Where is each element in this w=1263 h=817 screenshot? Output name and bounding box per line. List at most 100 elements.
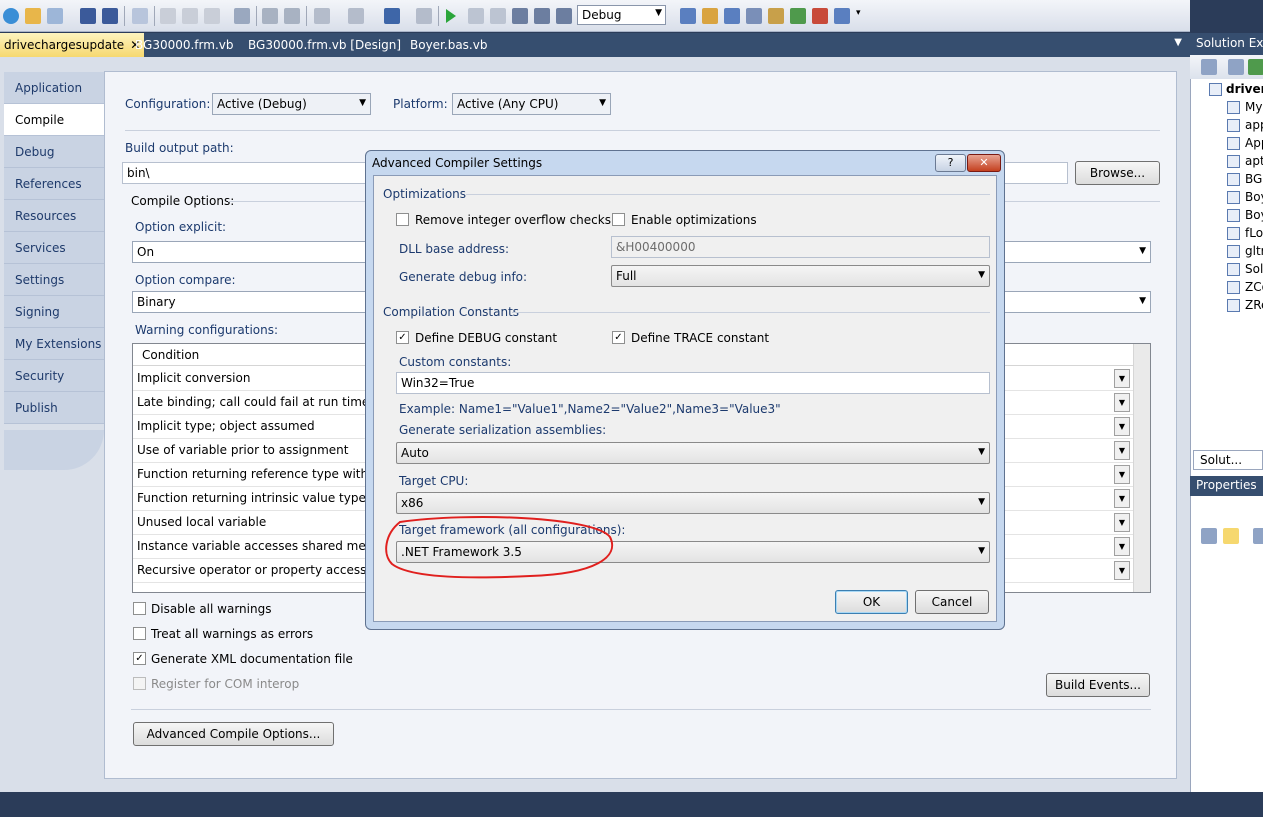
window-icon[interactable]: [132, 8, 148, 24]
step-over-icon[interactable]: [534, 8, 550, 24]
navigate-back-icon[interactable]: [384, 8, 400, 24]
tree-item[interactable]: gltr: [1245, 244, 1263, 258]
alphabetical-icon[interactable]: [1223, 528, 1239, 544]
tree-item[interactable]: ZRe: [1245, 298, 1263, 312]
properties-icon[interactable]: [1201, 59, 1217, 75]
sidetab-resources[interactable]: Resources: [4, 200, 108, 232]
tree-item[interactable]: Boy: [1245, 190, 1263, 204]
comment-icon[interactable]: [262, 8, 278, 24]
chevron-down-icon[interactable]: ▼: [1114, 489, 1130, 508]
undo-icon[interactable]: [314, 8, 330, 24]
browse-button[interactable]: Browse...: [1075, 161, 1160, 185]
toolbox-icon[interactable]: [768, 8, 784, 24]
tree-item[interactable]: BG3: [1245, 172, 1263, 186]
open-folder-icon[interactable]: [25, 8, 41, 24]
sidetab-debug[interactable]: Debug: [4, 136, 108, 168]
object-browser-icon[interactable]: [746, 8, 762, 24]
chevron-down-icon[interactable]: ▼: [1114, 537, 1130, 556]
sidetab-compile[interactable]: Compile: [4, 104, 110, 136]
solution-configuration-combo[interactable]: Debug ▼: [577, 5, 666, 25]
find-in-files-icon[interactable]: [680, 8, 696, 24]
property-pages-icon[interactable]: [1253, 528, 1263, 544]
advanced-compile-options-button[interactable]: Advanced Compile Options...: [133, 722, 334, 746]
tree-item[interactable]: Sol: [1245, 262, 1263, 276]
condition-column-header[interactable]: Condition: [142, 348, 199, 362]
redo-icon[interactable]: [348, 8, 364, 24]
step-out-icon[interactable]: [556, 8, 572, 24]
class-view-icon[interactable]: [790, 8, 806, 24]
chevron-down-icon[interactable]: ▼: [1114, 441, 1130, 460]
cut-icon[interactable]: [160, 8, 176, 24]
command-window-icon[interactable]: [834, 8, 850, 24]
sidetab-publish[interactable]: Publish: [4, 392, 108, 424]
paste-icon[interactable]: [204, 8, 220, 24]
target-cpu-combo[interactable]: x86 ▼: [396, 492, 990, 514]
debug-info-combo[interactable]: Full ▼: [611, 265, 990, 287]
chevron-down-icon[interactable]: ▼: [1114, 369, 1130, 388]
tree-item[interactable]: app: [1245, 118, 1263, 132]
platform-combo[interactable]: Active (Any CPU) ▼: [452, 93, 611, 115]
chevron-down-icon[interactable]: ▼: [1114, 417, 1130, 436]
solution-explorer-tab[interactable]: Solut...: [1193, 450, 1263, 470]
chevron-down-icon[interactable]: ▼: [1114, 561, 1130, 580]
tree-item[interactable]: apt: [1245, 154, 1263, 168]
disable-all-warnings-checkbox[interactable]: [133, 602, 146, 615]
categorized-icon[interactable]: [1201, 528, 1217, 544]
cancel-button[interactable]: Cancel: [915, 590, 989, 614]
copy-icon[interactable]: [182, 8, 198, 24]
define-trace-checkbox[interactable]: ✓: [612, 331, 625, 344]
show-all-files-icon[interactable]: [1228, 59, 1244, 75]
tree-item[interactable]: fLo: [1245, 226, 1263, 240]
add-item-icon[interactable]: [47, 8, 63, 24]
step-into-icon[interactable]: [512, 8, 528, 24]
save-icon[interactable]: [80, 8, 96, 24]
project-node[interactable]: driverc: [1226, 82, 1263, 96]
solution-explorer-icon[interactable]: [702, 8, 718, 24]
sidetab-my-extensions[interactable]: My Extensions: [4, 328, 108, 360]
help-button[interactable]: ?: [935, 154, 966, 172]
tab-boyer-bas-vb[interactable]: Boyer.bas.vb: [410, 33, 487, 57]
sidetab-security[interactable]: Security: [4, 360, 108, 392]
tab-drivechargesupdate[interactable]: drivechargesupdate ✕: [0, 33, 145, 57]
chevron-down-icon[interactable]: ▼: [1114, 393, 1130, 412]
close-button[interactable]: ✕: [967, 154, 1001, 172]
new-project-icon[interactable]: [3, 8, 19, 24]
find-icon[interactable]: [234, 8, 250, 24]
treat-warnings-errors-checkbox[interactable]: [133, 627, 146, 640]
sidetab-settings[interactable]: Settings: [4, 264, 108, 296]
remove-overflow-checkbox[interactable]: [396, 213, 409, 226]
ok-button[interactable]: OK: [835, 590, 908, 614]
enable-optimizations-checkbox[interactable]: [612, 213, 625, 226]
tab-bg30000-design[interactable]: BG30000.frm.vb [Design]: [248, 33, 401, 57]
tab-overflow-icon[interactable]: ▼: [1174, 37, 1182, 48]
tree-item[interactable]: App: [1245, 136, 1263, 150]
define-debug-checkbox[interactable]: ✓: [396, 331, 409, 344]
chevron-down-icon[interactable]: ▼: [1114, 513, 1130, 532]
sidetab-application[interactable]: Application: [4, 72, 108, 104]
custom-constants-input[interactable]: Win32=True: [396, 372, 990, 394]
tree-item[interactable]: My: [1245, 100, 1262, 114]
tree-item[interactable]: ZCo: [1245, 280, 1263, 294]
tree-item[interactable]: Boy: [1245, 208, 1263, 222]
chevron-down-icon[interactable]: ▼: [1114, 465, 1130, 484]
sidetab-signing[interactable]: Signing: [4, 296, 108, 328]
grid-scrollbar[interactable]: [1133, 344, 1150, 592]
chevron-down-icon: ▼: [978, 546, 985, 556]
stop-icon[interactable]: [490, 8, 506, 24]
build-events-button[interactable]: Build Events...: [1046, 673, 1150, 697]
configuration-combo[interactable]: Active (Debug) ▼: [212, 93, 371, 115]
sidetab-references[interactable]: References: [4, 168, 108, 200]
uncomment-icon[interactable]: [284, 8, 300, 24]
serialization-combo[interactable]: Auto ▼: [396, 442, 990, 464]
generate-xml-checkbox[interactable]: ✓: [133, 652, 146, 665]
refresh-icon[interactable]: [1248, 59, 1263, 75]
toolbar-options-icon[interactable]: ▾: [856, 8, 864, 24]
save-all-icon[interactable]: [102, 8, 118, 24]
navigate-forward-icon[interactable]: [416, 8, 432, 24]
tab-bg30000-frm-vb[interactable]: BG30000.frm.vb: [135, 33, 233, 57]
sidetab-services[interactable]: Services: [4, 232, 108, 264]
pause-icon[interactable]: [468, 8, 484, 24]
error-list-icon[interactable]: [812, 8, 828, 24]
start-debugging-icon[interactable]: [446, 9, 456, 23]
properties-window-icon[interactable]: [724, 8, 740, 24]
